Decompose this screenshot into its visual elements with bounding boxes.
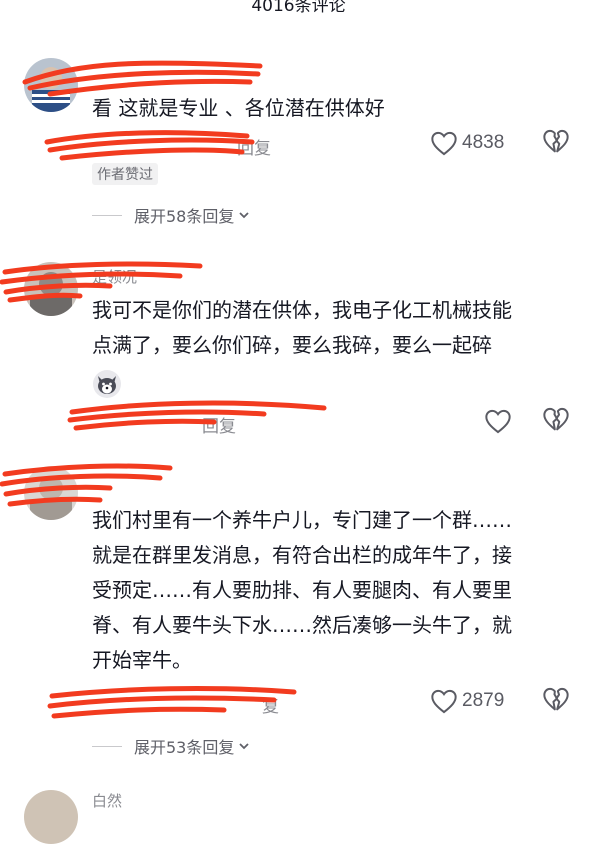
expand-replies-button[interactable]: 展开58条回复: [92, 203, 251, 227]
chevron-down-icon: [239, 743, 250, 750]
comment-meta: 复: [92, 692, 279, 717]
heart-icon: [431, 131, 457, 156]
avatar[interactable]: [24, 58, 78, 112]
like-count: 4838: [462, 132, 505, 153]
comment-actions: 4838: [430, 128, 580, 158]
heart-icon: [431, 689, 457, 714]
avatar[interactable]: [24, 790, 78, 844]
expand-replies-button[interactable]: 展开53条回复: [92, 734, 251, 758]
reply-button[interactable]: 复: [262, 697, 279, 717]
comment-username[interactable]: 是领况: [92, 266, 137, 287]
heart-icon: [485, 409, 511, 434]
like-button[interactable]: 2879: [430, 688, 504, 714]
dislike-button[interactable]: [542, 406, 570, 438]
expand-replies-label: 展开58条回复: [134, 207, 235, 226]
comment-username[interactable]: 白然: [92, 790, 122, 811]
like-count: 2879: [462, 690, 505, 711]
broken-heart-icon: [543, 407, 569, 431]
like-button[interactable]: [484, 408, 516, 434]
avatar[interactable]: [24, 466, 78, 520]
broken-heart-icon: [543, 687, 569, 711]
avatar[interactable]: [24, 262, 78, 316]
comment-actions: [430, 406, 580, 436]
dislike-button[interactable]: [542, 128, 570, 160]
husky-emoji-icon: [93, 370, 121, 398]
dislike-button[interactable]: [542, 686, 570, 718]
divider-line: [92, 745, 122, 747]
reply-button[interactable]: 回复: [237, 139, 271, 159]
comments-count-title: 4016条评论: [251, 0, 346, 16]
comment-text: 我可不是你们的潜在供体，我电子化工机械技能 点满了，要么你们碎，要么我碎，要么一…: [92, 298, 512, 357]
comment-meta: 回复: [92, 134, 271, 159]
comment-text: 我们村里有一个养牛户儿，专门建了一个群…… 就是在群里发消息，有符合出栏的成年牛…: [92, 508, 512, 672]
like-button[interactable]: 4838: [430, 130, 504, 156]
broken-heart-icon: [543, 129, 569, 153]
comment-meta: 回复: [92, 412, 236, 437]
comment-actions: 2879: [430, 686, 580, 716]
author-liked-badge: 作者赞过: [92, 163, 158, 185]
divider-line: [92, 214, 122, 216]
comment-text: 看 这就是专业 、各位潜在供体好: [92, 96, 385, 120]
reply-button[interactable]: 回复: [202, 417, 236, 437]
expand-replies-label: 展开53条回复: [134, 738, 235, 757]
chevron-down-icon: [239, 212, 250, 219]
